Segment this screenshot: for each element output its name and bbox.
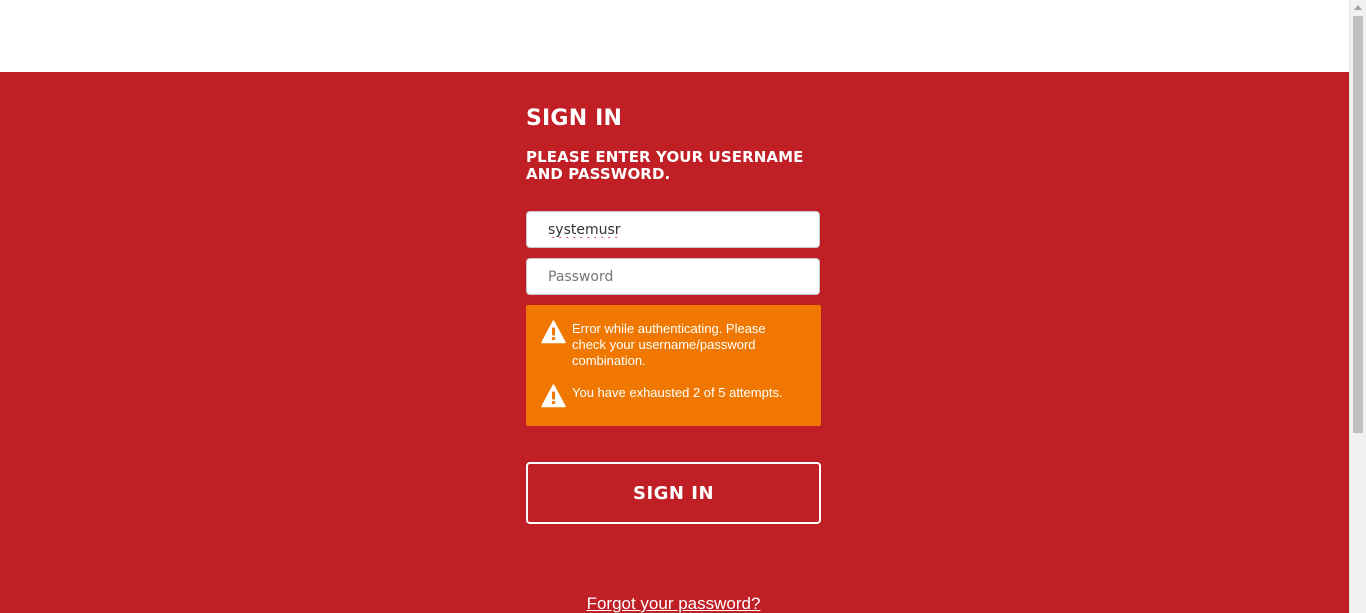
warning-icon (541, 384, 566, 408)
page-title: SIGN IN (526, 106, 623, 131)
login-page: SIGN IN PLEASE ENTER YOUR USERNAME AND P… (0, 0, 1366, 613)
vertical-scrollbar[interactable] (1349, 0, 1366, 613)
error-alert: Error while authenticating. Please check… (526, 305, 821, 426)
scrollbar-thumb[interactable] (1353, 16, 1363, 433)
sign-in-button[interactable]: SIGN IN (526, 462, 821, 524)
error-message-text: Error while authenticating. Please check… (572, 321, 766, 368)
instructions-text: PLEASE ENTER YOUR USERNAME AND PASSWORD. (526, 148, 804, 183)
warning-icon (541, 320, 566, 344)
password-input[interactable] (526, 258, 820, 295)
top-header-bar (0, 0, 1349, 72)
forgot-password-link[interactable]: Forgot your password? (526, 594, 821, 613)
attempts-message-text: You have exhausted 2 of 5 attempts. (572, 385, 783, 400)
username-input[interactable] (526, 211, 820, 248)
scroll-up-arrow-icon[interactable] (1354, 5, 1362, 10)
